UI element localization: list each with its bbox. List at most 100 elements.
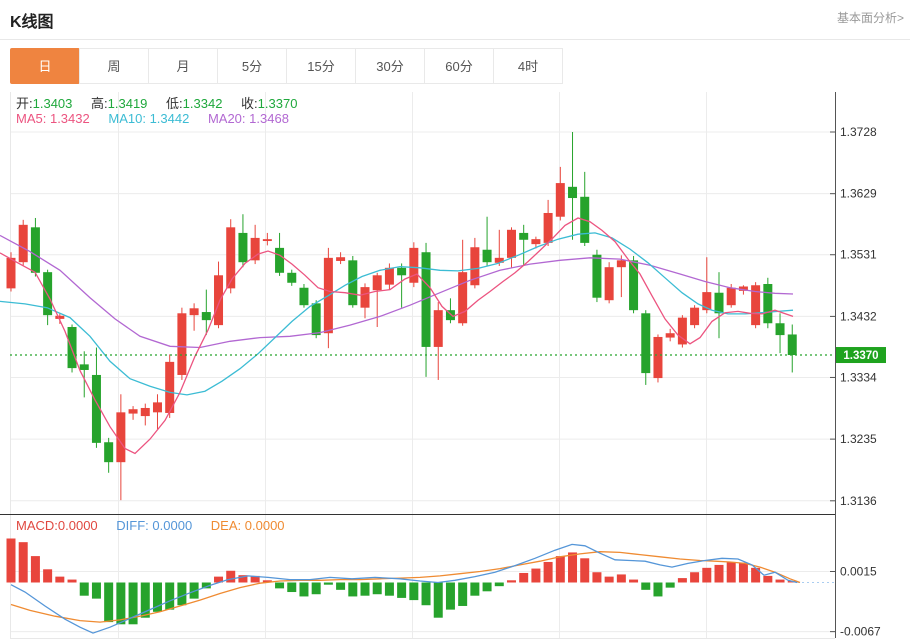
macd-bar	[507, 580, 516, 582]
candle-body	[397, 268, 406, 275]
macd-bar	[31, 556, 40, 582]
macd-bar	[715, 565, 724, 583]
macd-legend: MACD:0.0000 DIFF: 0.0000 DEA: 0.0000	[16, 518, 300, 533]
candle-body	[312, 303, 321, 335]
dea-value-legend: DEA: 0.0000	[211, 518, 285, 533]
macd-bar	[92, 583, 101, 599]
axis-tick-label: 1.3629	[840, 187, 877, 201]
candle-body	[531, 239, 540, 244]
candle-body	[483, 250, 492, 262]
macd-bar	[312, 583, 321, 595]
macd-bar	[116, 583, 125, 625]
macd-value-legend: MACD:0.0000	[16, 518, 98, 533]
macd-bar	[373, 583, 382, 595]
candle-body	[31, 227, 40, 272]
candle-body	[19, 225, 28, 262]
macd-bar	[165, 583, 174, 610]
macd-bar	[409, 583, 418, 601]
macd-bar	[727, 562, 736, 583]
candle-body	[373, 275, 382, 290]
low-value: 1.3342	[183, 96, 223, 111]
open-label: 开:	[16, 96, 33, 111]
candle-body	[617, 260, 626, 267]
candle-body	[690, 308, 699, 325]
candle-body	[202, 312, 211, 320]
candle-body	[592, 255, 601, 298]
current-price-tag-label: 1.3370	[843, 350, 878, 362]
macd-bar	[446, 583, 455, 610]
candle-body	[763, 284, 772, 323]
macd-bar	[653, 583, 662, 597]
candle-body	[568, 187, 577, 198]
high-label: 高:	[91, 96, 108, 111]
macd-bar	[177, 583, 186, 606]
candle-body	[727, 288, 736, 305]
macd-bar	[68, 580, 77, 583]
macd-bar	[483, 583, 492, 592]
macd-bar	[519, 573, 528, 583]
macd-bar	[7, 539, 16, 583]
macd-bar	[55, 577, 64, 583]
open-value: 1.3403	[33, 96, 73, 111]
candle-body	[544, 213, 553, 243]
candle-body	[275, 248, 284, 273]
macd-bar	[580, 558, 589, 582]
candle-body	[238, 233, 247, 262]
macd-bar	[299, 583, 308, 597]
macd-bar	[458, 583, 467, 606]
macd-bar	[324, 583, 333, 585]
macd-bar	[556, 556, 565, 582]
candle-body	[653, 337, 662, 378]
macd-bar	[666, 583, 675, 588]
macd-bar	[592, 572, 601, 582]
candle-body	[263, 239, 272, 241]
macd-bar	[104, 583, 113, 623]
macd-bar	[605, 577, 614, 583]
macd-bar	[678, 578, 687, 582]
macd-bar	[19, 542, 28, 582]
close-label: 收:	[241, 96, 258, 111]
macd-bar	[397, 583, 406, 598]
macd-bar	[739, 563, 748, 583]
candle-body	[409, 248, 418, 283]
ma-legend: MA5: 1.3432 MA10: 1.3442 MA20: 1.3468	[16, 111, 304, 126]
candle-body	[153, 402, 162, 412]
candle-body	[361, 287, 370, 308]
ma5-legend: MA5: 1.3432	[16, 111, 90, 126]
close-value: 1.3370	[258, 96, 298, 111]
macd-bar	[702, 568, 711, 583]
macd-bar	[641, 583, 650, 590]
diff-value-legend: DIFF: 0.0000	[116, 518, 192, 533]
ma10-legend: MA10: 1.3442	[108, 111, 189, 126]
candle-body	[788, 334, 797, 355]
candle-body	[629, 260, 638, 310]
candle-body	[519, 233, 528, 240]
macd-bar	[544, 562, 553, 583]
axis-tick-label: 1.3432	[840, 309, 877, 323]
macd-bar	[348, 583, 357, 597]
macd-bar	[361, 583, 370, 596]
candle-body	[190, 308, 199, 315]
macd-bar	[776, 580, 785, 583]
macd-bar	[385, 583, 394, 596]
candle-body	[715, 293, 724, 314]
axis-tick-label: 1.3531	[840, 248, 877, 262]
candle-body	[287, 273, 296, 283]
ohlc-legend: 开:1.3403 高:1.3419 低:1.3342 收:1.3370	[16, 93, 312, 112]
macd-bar	[422, 583, 431, 606]
macd-bar	[531, 569, 540, 583]
candle-body	[55, 316, 64, 319]
axis-tick-label: -0.0067	[840, 625, 881, 639]
candle-body	[299, 288, 308, 305]
low-label: 低:	[166, 96, 183, 111]
candle-body	[776, 323, 785, 335]
candle-body	[605, 267, 614, 300]
high-value: 1.3419	[108, 96, 148, 111]
candle-body	[507, 230, 516, 258]
candle-body	[434, 310, 443, 347]
candle-body	[556, 183, 565, 217]
candle-body	[666, 333, 675, 337]
macd-bar	[617, 574, 626, 582]
candle-body	[336, 257, 345, 261]
axis-tick-label: 1.3728	[840, 125, 877, 139]
